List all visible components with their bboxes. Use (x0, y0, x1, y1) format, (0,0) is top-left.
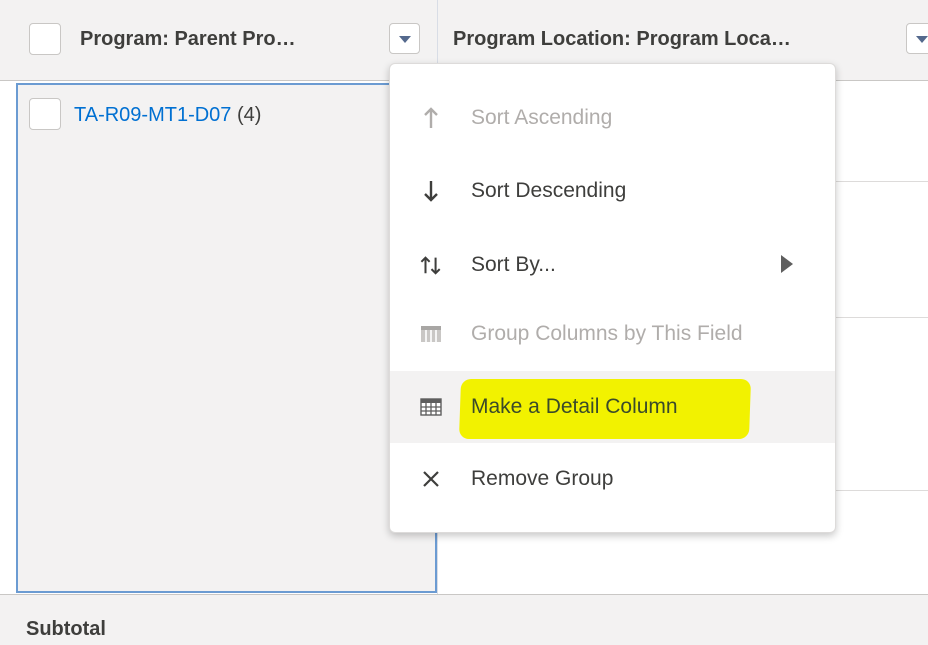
group-name-link[interactable]: TA-R09-MT1-D07 (74, 104, 231, 126)
close-icon (420, 467, 442, 491)
menu-item-sort-ascending[interactable]: Sort Ascending (390, 82, 835, 154)
column-header-program-parent[interactable]: Program: Parent Pro… (80, 28, 365, 51)
group-row-checkbox[interactable] (29, 98, 61, 130)
menu-item-group-columns[interactable]: Group Columns by This Field (390, 298, 835, 370)
sort-icon (420, 253, 442, 277)
row-gutter (0, 83, 16, 593)
submenu-arrow-icon (781, 255, 793, 273)
menu-item-label: Sort Descending (471, 179, 627, 202)
chevron-down-icon (916, 36, 928, 43)
menu-item-remove-group[interactable]: Remove Group (390, 443, 835, 515)
select-all-checkbox[interactable] (29, 23, 61, 55)
column-header-program-location[interactable]: Program Location: Program Loca… (453, 28, 893, 51)
group-row-label[interactable]: TA-R09-MT1-D07 (4) (74, 104, 261, 127)
menu-item-label: Sort Ascending (471, 106, 613, 129)
columns-icon (420, 322, 442, 346)
group-record-count: (4) (237, 104, 262, 126)
subtotal-row (0, 594, 928, 645)
group-cell[interactable] (16, 83, 437, 593)
chevron-down-icon (399, 36, 411, 43)
arrow-down-icon (420, 179, 442, 203)
table-icon (420, 395, 442, 419)
column-menu-button-program-location[interactable] (906, 23, 928, 54)
subtotal-label: Subtotal (26, 618, 106, 640)
menu-item-sort-by[interactable]: Sort By... (390, 229, 835, 301)
arrow-up-icon (420, 106, 442, 130)
menu-item-label: Make a Detail Column (471, 395, 678, 418)
column-menu-button-program-parent[interactable] (389, 23, 420, 54)
menu-item-label: Group Columns by This Field (471, 322, 743, 345)
menu-item-sort-descending[interactable]: Sort Descending (390, 155, 835, 227)
menu-item-make-detail-column[interactable]: Make a Detail Column (390, 371, 835, 443)
column-dropdown-menu: Sort Ascending Sort Descending Sort By..… (389, 63, 836, 533)
menu-item-label: Sort By... (471, 253, 556, 276)
menu-item-label: Remove Group (471, 467, 614, 490)
